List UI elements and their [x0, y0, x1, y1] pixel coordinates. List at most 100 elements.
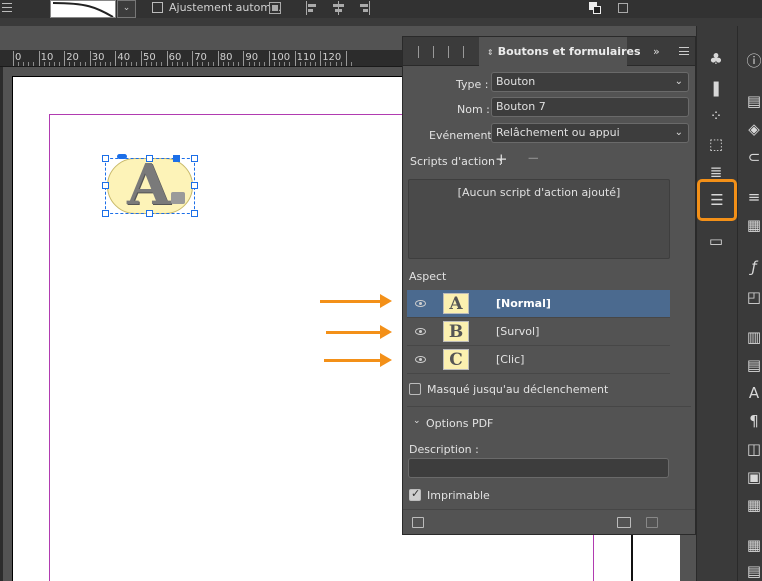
character-styles-icon[interactable]: ▤ [745, 356, 762, 374]
panel-more-tabs-icon[interactable]: » [653, 45, 660, 58]
pasteboard[interactable] [3, 67, 409, 581]
type-select[interactable]: Bouton ⌄ [491, 72, 689, 92]
tab-buttons-forms[interactable]: ⇕ Boutons et formulaires [479, 37, 641, 66]
links-icon[interactable]: ⊂ [745, 148, 762, 166]
ruler-tick [192, 51, 194, 66]
preview-icon[interactable] [412, 517, 424, 528]
chevron-down-icon[interactable]: ⌄ [117, 0, 136, 18]
resize-handle[interactable] [191, 182, 198, 189]
ruler-tick [263, 62, 265, 66]
ruler-tick [13, 51, 14, 66]
visibility-eye-icon[interactable] [415, 328, 426, 335]
stroke-style-preview[interactable] [50, 0, 116, 18]
stroke-icon[interactable]: ≡ [745, 188, 762, 206]
type-value: Bouton [496, 75, 536, 88]
stroke-curve-icon [52, 2, 114, 17]
pdf-options-label[interactable]: Options PDF [426, 417, 493, 430]
swatches-icon[interactable]: ▦ [745, 216, 762, 234]
glyphs-icon[interactable]: ▤ [745, 562, 762, 580]
event-label: Evénement : [429, 129, 499, 142]
action-scripts-label: Scripts d'action : [410, 155, 503, 168]
type-label: Type : [456, 78, 489, 91]
resize-handle[interactable] [191, 155, 198, 162]
align-right-icon[interactable] [357, 1, 371, 15]
autofit-checkbox[interactable] [152, 2, 163, 13]
resize-handle[interactable] [102, 210, 109, 217]
name-field[interactable]: Bouton 7 [491, 97, 689, 117]
aspect-state-row[interactable]: B [Survol] [407, 318, 670, 346]
character-icon[interactable]: A [745, 384, 762, 402]
autofit-label: Ajustement autom... [169, 1, 282, 14]
chevron-down-icon[interactable]: ⌄ [413, 416, 421, 426]
trash-icon[interactable] [646, 517, 658, 528]
paragraph-icon[interactable]: ¶ [745, 412, 762, 430]
ruler-tick [23, 62, 25, 66]
ruler-label: 20 [66, 52, 79, 63]
visibility-eye-icon[interactable] [415, 356, 426, 363]
paragraph-styles-icon[interactable]: ▥ [745, 328, 762, 346]
up-down-arrows-icon: ⇕ [487, 48, 494, 57]
transform-icon[interactable]: ⬚ [707, 135, 725, 153]
document-page-lower[interactable] [403, 535, 695, 581]
fit-frame-icon[interactable] [268, 1, 282, 15]
table-styles-icon[interactable]: ▣ [745, 468, 762, 486]
no-action-script-text: [Aucun script d'action ajouté] [457, 186, 621, 199]
ruler-label: 70 [194, 52, 207, 63]
resize-handle[interactable] [102, 155, 109, 162]
bookmark-icon[interactable]: ❚ [707, 79, 725, 97]
ruler-tick [207, 62, 209, 66]
aspect-states-list: A [Normal] B [Survol] C [Clic] [407, 290, 670, 374]
ruler-tick [345, 51, 347, 66]
collapsed-tab[interactable] [448, 46, 449, 58]
effects-icon[interactable]: ƒ [745, 258, 762, 276]
event-value: Relâchement ou appui [496, 126, 620, 139]
event-select[interactable]: Relâchement ou appui ⌄ [491, 123, 689, 143]
aspect-state-row[interactable]: C [Clic] [407, 346, 670, 374]
color-theme-icon[interactable]: ♣ [707, 50, 725, 68]
printable-label: Imprimable [427, 489, 490, 502]
pages-icon[interactable]: ▤ [745, 92, 762, 110]
resize-handle[interactable] [191, 210, 198, 217]
ruler-label: 0 [15, 52, 22, 63]
text-wrap-icon[interactable]: ◰ [745, 288, 762, 306]
collapsed-tab[interactable] [463, 46, 464, 58]
ruler-tick [233, 62, 235, 66]
aspect-state-row[interactable]: A [Normal] [407, 290, 670, 318]
collapsed-tab[interactable] [418, 46, 419, 58]
remove-action-icon[interactable]: − [527, 149, 540, 167]
collapsed-tab[interactable] [433, 46, 434, 58]
info-icon[interactable]: ⓘ [745, 52, 762, 70]
ruler-tick [141, 51, 142, 66]
layers-stack-icon[interactable]: ◈ [745, 120, 762, 138]
content-grabber-icon[interactable] [617, 1, 631, 15]
control-menu-icon[interactable] [2, 3, 12, 12]
add-action-icon[interactable]: + [495, 150, 508, 168]
fill-stroke-swap-icon[interactable] [588, 1, 602, 15]
buttons-forms-dock-button[interactable]: ☰ [697, 179, 737, 221]
ruler-tick [350, 62, 352, 66]
content-grabber-handle[interactable] [117, 154, 127, 159]
description-field[interactable] [408, 458, 669, 478]
horizontal-ruler[interactable]: 0 10 20 30 40 50 60 70 80 90 100 110 120 [0, 50, 403, 67]
button-object[interactable]: A [102, 152, 198, 218]
button-indicator-handle[interactable] [173, 155, 180, 162]
hidden-until-trigger-checkbox[interactable] [409, 383, 421, 395]
action-scripts-list[interactable]: [Aucun script d'action ajouté] [408, 179, 670, 259]
align-left-icon[interactable] [305, 1, 319, 15]
resize-handle[interactable] [102, 182, 109, 189]
visibility-eye-icon[interactable] [415, 300, 426, 307]
object-styles-icon[interactable]: ◫ [745, 440, 762, 458]
comments-icon[interactable]: ▭ [707, 232, 725, 250]
table-icon[interactable]: ▦ [745, 536, 762, 554]
printable-checkbox[interactable] [409, 487, 421, 501]
ruler-tick [84, 62, 86, 66]
panel-menu-icon[interactable] [679, 47, 689, 55]
convert-to-button-icon[interactable] [617, 517, 631, 528]
align-center-icon[interactable] [331, 1, 345, 15]
cell-styles-icon[interactable]: ▦ [745, 496, 762, 514]
panel-title: Boutons et formulaires [497, 45, 641, 58]
selection-frame[interactable] [105, 158, 195, 214]
links-dots-icon[interactable]: ⁘ [707, 107, 725, 125]
resize-handle[interactable] [146, 210, 153, 217]
resize-handle[interactable] [146, 155, 153, 162]
